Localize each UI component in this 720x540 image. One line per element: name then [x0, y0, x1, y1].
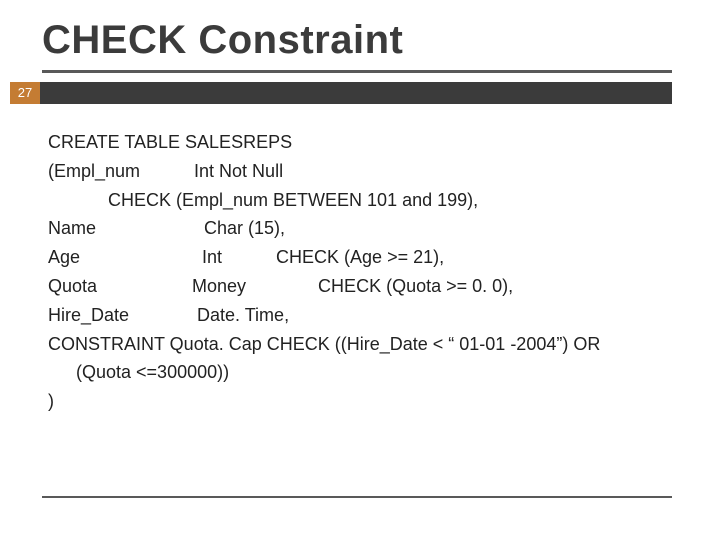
code-line: Age Int CHECK (Age >= 21), [48, 243, 668, 272]
code-line: CHECK (Empl_num BETWEEN 101 and 199), [48, 186, 668, 215]
code-line: Quota Money CHECK (Quota >= 0. 0), [48, 272, 668, 301]
code-line: (Empl_num Int Not Null [48, 157, 668, 186]
slide-title: CHECK Constraint [42, 18, 403, 63]
code-line: ) [48, 387, 668, 416]
footer-line [42, 496, 672, 498]
code-line: CREATE TABLE SALESREPS [48, 128, 668, 157]
title-bar [40, 82, 672, 104]
code-line: Hire_Date Date. Time, [48, 301, 668, 330]
code-line: Name Char (15), [48, 214, 668, 243]
code-line: (Quota <=300000)) [48, 358, 668, 387]
code-block: CREATE TABLE SALESREPS (Empl_num Int Not… [48, 128, 668, 416]
page-number-badge: 27 [10, 82, 40, 104]
title-underline [42, 70, 672, 73]
code-line: CONSTRAINT Quota. Cap CHECK ((Hire_Date … [48, 330, 668, 359]
slide: CHECK Constraint 27 CREATE TABLE SALESRE… [0, 0, 720, 540]
